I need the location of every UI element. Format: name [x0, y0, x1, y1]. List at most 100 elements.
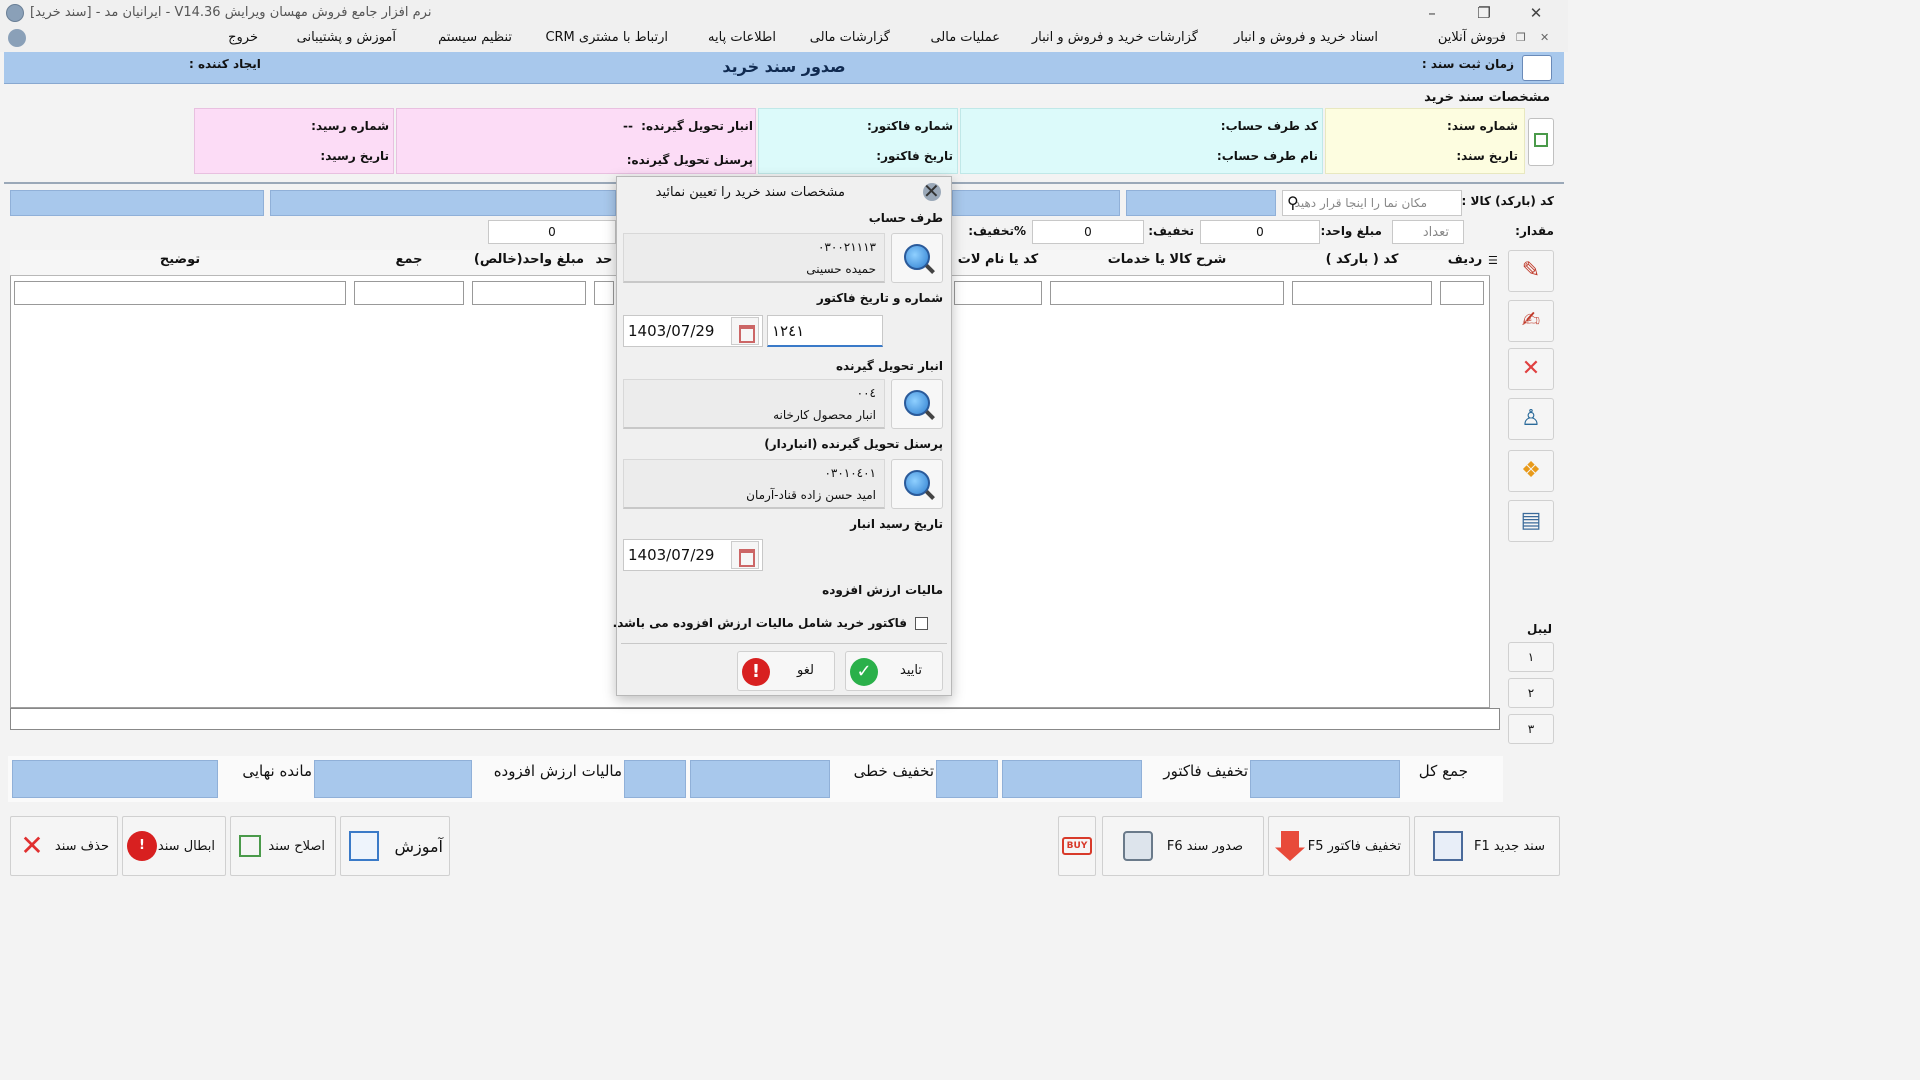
cancel-label: لغو — [797, 663, 814, 678]
col-unit[interactable]: حد — [592, 252, 616, 274]
cancel-button[interactable]: ! لغو — [737, 651, 835, 691]
search-handle — [925, 490, 935, 500]
vat-section-title: مالیات ارزش افزوده — [822, 583, 943, 597]
col-row[interactable]: ردیف — [1438, 252, 1492, 274]
invoice-discount-button[interactable]: تخفیف فاکتور F5 — [1268, 816, 1410, 876]
people-icon[interactable]: ♙ — [1508, 398, 1554, 440]
col-item-desc[interactable]: شرح کالا یا خدمات — [1048, 252, 1286, 274]
party-search-button[interactable] — [891, 233, 943, 283]
mdi-close-icon[interactable]: ✕ — [1540, 31, 1549, 44]
menu-financial-ops[interactable]: عملیات مالی — [930, 30, 1000, 45]
minimize-button[interactable]: – — [1412, 2, 1452, 24]
line-total-input[interactable]: 0 — [488, 220, 616, 244]
label-1-button[interactable]: ١ — [1508, 642, 1554, 672]
delete-doc-button[interactable]: ✕ حذف سند — [10, 816, 118, 876]
menu-base-info[interactable]: اطلاعات پایه — [708, 30, 776, 45]
menu-purchase-sales-docs[interactable]: اسناد خرید و فروش و انبار — [1234, 30, 1378, 45]
grand-total-value — [1250, 760, 1400, 798]
menu-training-support[interactable]: آموزش و پشتیبانی — [297, 30, 396, 45]
invoice-info-panel: شماره فاکتور: تاریخ فاکتور: — [758, 108, 958, 174]
vat-value — [314, 760, 472, 798]
buy-button[interactable]: BUY — [1058, 816, 1096, 876]
vat-label: مالیات ارزش افزوده — [493, 762, 622, 780]
grand-total-label: جمع کل — [1418, 762, 1468, 780]
count-placeholder: تعداد — [1422, 225, 1449, 240]
warehouse-value: -- — [623, 119, 633, 133]
cell-item-desc[interactable] — [1050, 281, 1284, 305]
menu-system-settings[interactable]: تنظیم سیستم — [438, 30, 512, 45]
item-name-box — [1126, 190, 1276, 216]
warehouse-search-button[interactable] — [891, 379, 943, 429]
package-icon[interactable]: ❖ — [1508, 450, 1554, 492]
label-3-button[interactable]: ٣ — [1508, 714, 1554, 744]
party-code: ٠٣٠٠٢١١١٣ — [817, 240, 876, 254]
new-doc-button[interactable]: سند جدید F1 — [1414, 816, 1560, 876]
delete-row-icon[interactable]: ✕ — [1508, 348, 1554, 390]
unit-price-input[interactable]: 0 — [1200, 220, 1320, 244]
count-input[interactable]: تعداد — [1392, 220, 1464, 244]
col-description[interactable]: توضیح — [12, 252, 348, 274]
cell-barcode[interactable] — [1292, 281, 1432, 305]
warehouse-code: ٠٠٤ — [856, 386, 876, 400]
barcode-search-field[interactable]: مکان نما را اینجا قرار دهید ⚲ — [1282, 190, 1462, 216]
cell-sum[interactable] — [354, 281, 464, 305]
vat-checkbox[interactable] — [915, 617, 928, 630]
buy-badge-icon: BUY — [1062, 837, 1092, 855]
item-info-box — [270, 190, 616, 216]
menu-crm[interactable]: ارتباط با مشتری CRM — [545, 30, 668, 45]
col-unit-price[interactable]: مبلغ واحد(خالص) — [470, 252, 588, 274]
grid-settings-icon[interactable]: ☰ — [1488, 254, 1500, 270]
invoice-date-label: تاریخ فاکتور: — [876, 149, 953, 163]
warehouse-section-title: انبار تحویل گیرنده — [835, 359, 943, 373]
personnel-search-button[interactable] — [891, 459, 943, 509]
cell-unit-price[interactable] — [472, 281, 586, 305]
mdi-restore-icon[interactable]: ❐ — [1516, 31, 1526, 44]
search-icon[interactable]: ⚲ — [1287, 193, 1299, 212]
quantity-label: مقدار: — [1515, 224, 1554, 238]
dialog-close-icon[interactable]: ✕ — [923, 179, 940, 203]
maximize-button[interactable]: ❐ — [1464, 2, 1504, 24]
receipt-date-label: تاریخ رسید: — [320, 149, 389, 163]
mdi-app-icon — [8, 29, 26, 47]
col-barcode[interactable]: کد ( بارکد ) — [1290, 252, 1434, 274]
cell-lot[interactable] — [954, 281, 1042, 305]
cell-unit[interactable] — [594, 281, 614, 305]
error-icon: ! — [742, 658, 770, 686]
confirm-button[interactable]: ✓ تایید — [845, 651, 943, 691]
cancel-doc-label: ابطال سند — [157, 839, 215, 854]
document-icon[interactable]: ▤ — [1508, 500, 1554, 542]
training-button[interactable]: آموزش — [340, 816, 450, 876]
title-bar: نرم افزار جامع فروش مهسان ویرایش V14.36 … — [0, 0, 1568, 26]
alert-icon: ! — [127, 831, 157, 861]
calendar-icon[interactable] — [731, 317, 759, 345]
edit-row-icon[interactable]: ✍ — [1508, 300, 1554, 342]
col-sum[interactable]: جمع — [352, 252, 466, 274]
menu-exit[interactable]: خروج — [228, 30, 258, 45]
issue-doc-button[interactable]: صدور سند F6 — [1102, 816, 1264, 876]
dialog-title: مشخصات سند خرید را تعیین نمائید — [655, 185, 845, 200]
invoice-number-input[interactable]: ١٢٤١ — [767, 315, 883, 347]
new-doc-icon — [1433, 831, 1463, 861]
final-balance-value — [12, 760, 218, 798]
discount-arrow-icon — [1275, 831, 1305, 861]
receipt-info-panel: شماره رسید: تاریخ رسید: — [194, 108, 394, 174]
col-lot[interactable]: کد یا نام لات — [952, 252, 1044, 274]
cell-description[interactable] — [14, 281, 346, 305]
cancel-doc-button[interactable]: ! ابطال سند — [122, 816, 226, 876]
edit-spec-icon[interactable] — [1528, 118, 1554, 166]
menu-purchase-sales-reports[interactable]: گزارشات خرید و فروش و انبار — [1032, 30, 1198, 45]
label-2-text: ٢ — [1527, 686, 1535, 700]
training-label: آموزش — [394, 837, 443, 856]
menu-financial-reports[interactable]: گزارشات مالی — [810, 30, 890, 45]
add-row-icon[interactable]: ✎ — [1508, 250, 1554, 292]
cell-row[interactable] — [1440, 281, 1484, 305]
delete-doc-label: حذف سند — [54, 839, 109, 854]
calendar-icon[interactable] — [731, 541, 759, 569]
label-2-button[interactable]: ٢ — [1508, 678, 1554, 708]
edit-doc-button[interactable]: اصلاح سند — [230, 816, 336, 876]
final-balance-label: مانده نهایی — [242, 762, 312, 780]
app-icon — [6, 4, 24, 22]
mdi-minimize-icon[interactable]: – — [1492, 31, 1498, 44]
close-window-button[interactable]: ✕ — [1516, 2, 1556, 24]
discount-input[interactable]: 0 — [1032, 220, 1144, 244]
